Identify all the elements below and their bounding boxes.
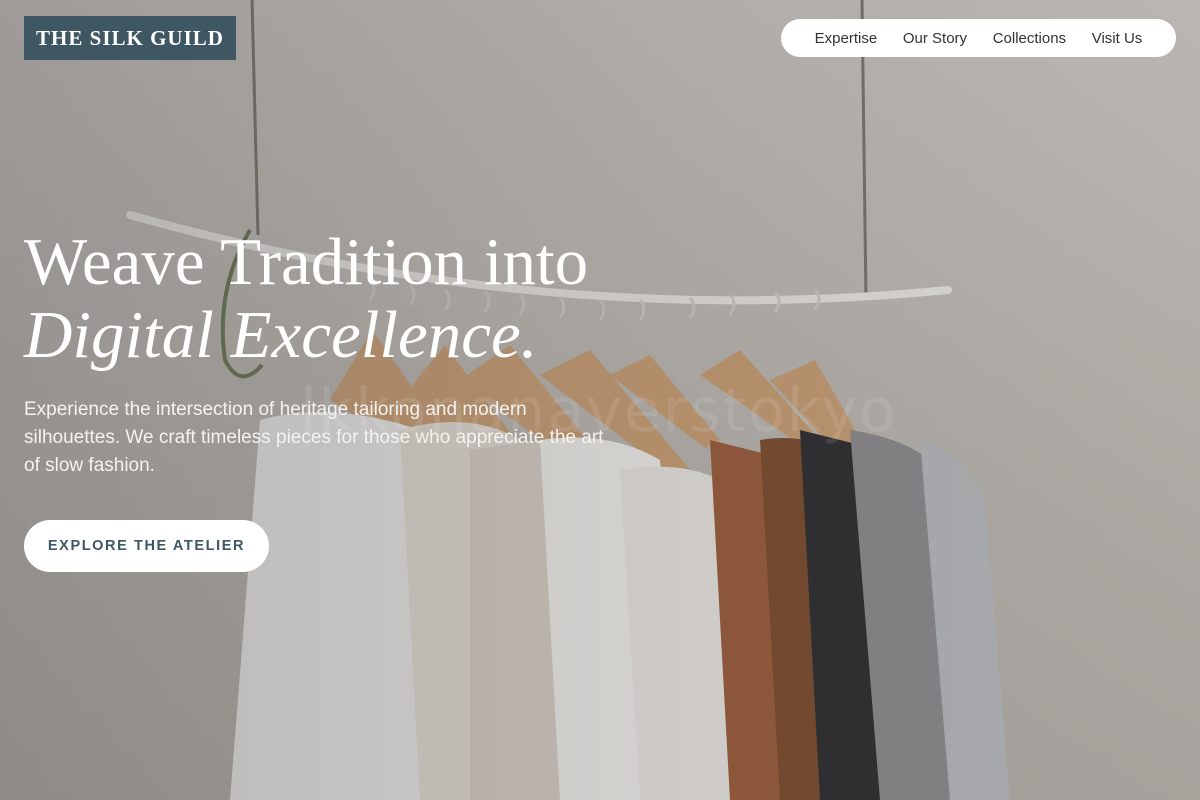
hero-headline: Weave Tradition into Digital Excellence. — [24, 226, 588, 372]
headline-line-2: Digital Excellence. — [24, 298, 538, 372]
nav-item-collections[interactable]: Collections — [993, 30, 1066, 47]
main-navigation: Expertise Our Story Collections Visit Us — [781, 19, 1176, 57]
brand-logo[interactable]: THE SILK GUILD — [24, 16, 236, 60]
hero-description: Experience the intersection of heritage … — [24, 399, 604, 476]
nav-item-visit-us[interactable]: Visit Us — [1092, 30, 1143, 47]
nav-item-our-story[interactable]: Our Story — [903, 30, 967, 47]
explore-atelier-button[interactable]: EXPLORE THE ATELIER — [24, 520, 269, 572]
headline-line-1: Weave Tradition into — [24, 225, 589, 299]
nav-item-expertise[interactable]: Expertise — [815, 30, 878, 47]
